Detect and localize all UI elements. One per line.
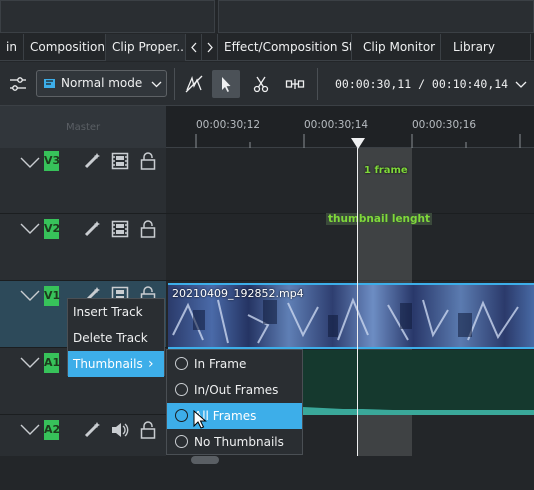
effects-wand-button[interactable] [81,419,103,441]
unlock-icon [140,220,156,238]
unlock-icon [140,152,156,170]
playhead-line [357,148,358,456]
audio-clip[interactable] [303,350,534,415]
settings-sliders-button[interactable] [4,70,32,98]
collapse-chevron-icon[interactable] [20,289,40,303]
tab-compositions[interactable]: Compositions [24,34,106,61]
track-tag-a2: A2 [44,420,60,440]
toolbar-menu-button[interactable] [511,70,531,98]
timeline-ruler[interactable]: 00:00:30;12 00:00:30;14 00:00:30;16 [166,106,534,148]
tab-scroll-right[interactable] [202,34,218,61]
radio-icon [175,409,188,422]
submenu-item-all-frames[interactable]: All Frames [167,403,302,429]
chevron-down-icon [515,81,527,88]
spacer-tool-button[interactable] [281,70,309,98]
toolbar-separator [174,68,175,100]
submenu-item-no-thumbnails[interactable]: No Thumbnails [167,429,302,455]
magic-wand-icon [84,422,100,438]
effects-wand-button[interactable] [81,150,103,172]
track-tag-v1: V1 [44,286,60,306]
menu-item-thumbnails[interactable]: Thumbnails › [68,351,164,377]
effects-wand-button[interactable] [81,218,103,240]
dock-tab-bar: in Compositions Clip Proper... Effect/Co… [0,34,534,61]
clip-thumbnails [172,297,519,344]
track-context-menu: Insert Track Delete Track Thumbnails › [67,298,165,377]
timeline-footer [0,456,534,490]
lock-track-button[interactable] [137,419,159,441]
collapse-chevron-icon[interactable] [20,156,40,170]
clip-name-label: 20210409_192852.mp4 [172,287,304,300]
mute-audio-button[interactable] [109,419,131,441]
submenu-item-label: No Thumbnails [194,435,284,449]
tab-in[interactable]: in [0,34,24,61]
menu-item-delete-track[interactable]: Delete Track [68,325,164,351]
cut-tool-button[interactable] [247,70,275,98]
lock-track-button[interactable] [137,150,159,172]
razor-toggle-button[interactable] [180,70,208,98]
timecode-display: 00:00:30,11 / 00:10:40,14 [335,77,509,91]
chevron-right-icon [207,42,213,53]
menu-item-insert-track[interactable]: Insert Track [68,299,164,325]
submenu-item-in-out-frames[interactable]: In/Out Frames [167,377,302,403]
ruler-tick-label: 00:00:30;16 [412,119,477,131]
audio-waveform [303,407,534,415]
ruler-tick-label: 00:00:30;14 [304,119,369,131]
top-right-pane [218,0,534,33]
timeline-toolbar: Normal mode 00:00:30,11 / 00:10:40,14 [0,62,534,106]
tab-clip-properties[interactable]: Clip Proper... [106,34,186,61]
tab-scroll-left[interactable] [186,34,202,61]
horizontal-scrollbar[interactable] [191,456,219,464]
master-label: Master [66,122,101,133]
video-clip[interactable]: 20210409_192852.mp4 [168,283,534,349]
thumbnails-submenu: In Frame In/Out Frames All Frames No Thu… [166,349,303,455]
radio-icon [175,357,188,370]
razor-disabled-icon [185,75,203,93]
tab-clip-monitor[interactable]: Clip Monitor [352,34,441,61]
one-frame-annotation: 1 frame [364,165,408,176]
lock-track-button[interactable] [137,218,159,240]
track-tag-v2: V2 [44,219,60,239]
ruler-ticks [195,134,521,148]
top-left-pane [0,0,215,33]
toolbar-separator [317,68,318,100]
hide-video-button[interactable] [109,150,131,172]
thumbnail-length-annotation: thumbnail lenght [326,213,433,225]
menu-item-thumbnails-label: Thumbnails [73,357,143,371]
mode-icon [44,79,55,88]
radio-icon [175,435,188,448]
spacer-icon [285,79,305,89]
unlock-icon [140,421,156,439]
settings-sliders-icon [10,77,26,91]
track-tag-a1: A1 [44,353,60,373]
speaker-icon [112,423,129,437]
edit-mode-label: Normal mode [61,76,143,90]
submenu-item-label: In Frame [194,357,247,371]
magic-wand-icon [84,221,100,237]
edit-mode-select[interactable]: Normal mode [36,70,167,97]
select-arrow-icon [222,77,231,92]
submenu-arrow-icon: › [148,356,154,372]
tab-effect-composition-stack[interactable]: Effect/Composition Stack [218,34,352,61]
track-tag-v3: V3 [44,151,60,171]
magic-wand-icon [84,153,100,169]
collapse-chevron-icon[interactable] [20,222,40,236]
submenu-item-label: In/Out Frames [194,383,279,397]
collapse-chevron-icon[interactable] [20,356,40,370]
track-header-top: Master [0,106,166,148]
collapse-chevron-icon[interactable] [20,423,40,437]
film-strip-icon [111,220,129,238]
playhead-marker-icon[interactable] [351,138,365,150]
tab-library[interactable]: Library [441,34,531,61]
cut-scissors-icon [253,76,269,93]
chevron-left-icon [190,42,196,53]
film-strip-icon [111,152,129,170]
mouse-cursor-icon [193,410,207,429]
select-tool-button[interactable] [212,70,240,98]
radio-icon [175,383,188,396]
chevron-down-icon [151,81,162,88]
ruler-tick-label: 00:00:30;12 [196,119,261,131]
track-area-v3[interactable] [166,148,534,214]
submenu-item-in-frame[interactable]: In Frame [167,351,302,377]
hide-video-button[interactable] [109,218,131,240]
